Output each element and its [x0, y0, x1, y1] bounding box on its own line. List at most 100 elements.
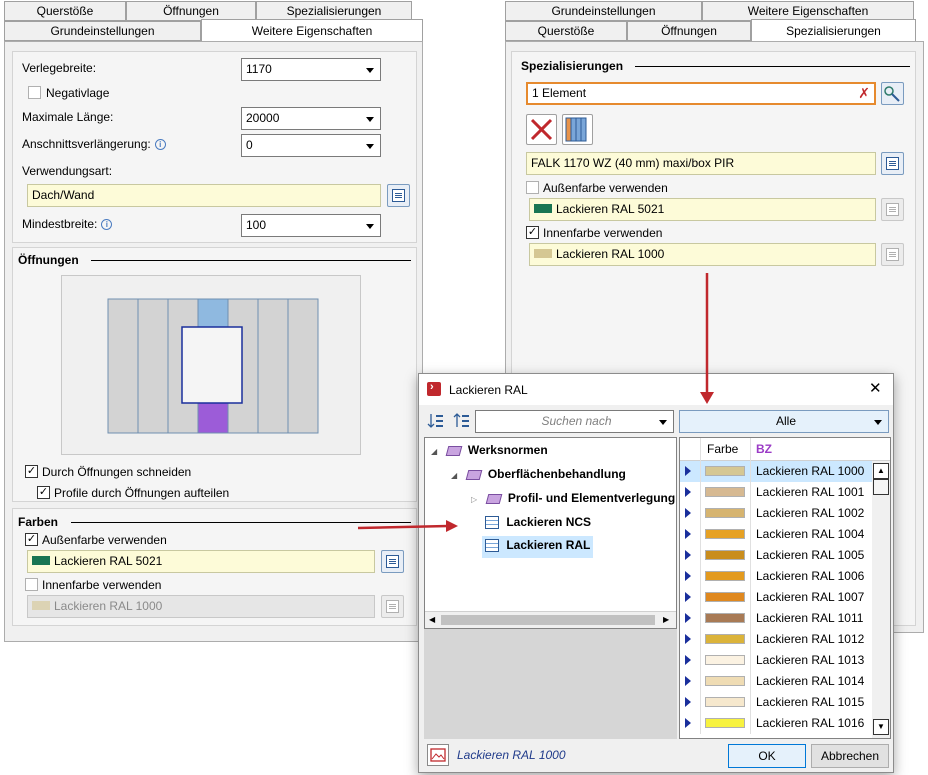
search-input[interactable]: Suchen nach: [475, 410, 674, 433]
tab-grundeinstellungen[interactable]: Grundeinstellungen: [4, 21, 201, 41]
negativlage-checkbox[interactable]: [28, 86, 41, 99]
table-row[interactable]: Lackieren RAL 1002: [680, 503, 872, 524]
tab-spezialisierungen[interactable]: Spezialisierungen: [256, 1, 412, 21]
table-row[interactable]: Lackieren RAL 1001: [680, 482, 872, 503]
tab-querstoesse[interactable]: Querstöße: [4, 1, 126, 21]
tree-item-oberflaechenbehandlung[interactable]: ◢ Oberflächenbehandlung: [451, 467, 626, 485]
row-name: Lackieren RAL 1004: [750, 524, 872, 545]
tree-expander-icon[interactable]: ◢: [451, 471, 457, 480]
tree-item-werksnormen[interactable]: ◢ Werksnormen: [431, 443, 548, 461]
table-row[interactable]: Lackieren RAL 1011: [680, 608, 872, 629]
element-panels-button[interactable]: [562, 114, 593, 145]
scroll-up-button[interactable]: ▲: [873, 463, 889, 479]
row-divider: [700, 650, 701, 671]
preview-icon-button[interactable]: [427, 744, 449, 766]
scroll-thumb[interactable]: [873, 479, 889, 495]
tab-weitere-eigenschaften[interactable]: Weitere Eigenschaften: [201, 19, 423, 42]
tab-content-panel: Verlegebreite: 1170 Negativlage Maximale…: [4, 41, 423, 642]
tab-weitere-eigenschaften[interactable]: Weitere Eigenschaften: [702, 1, 914, 21]
header-farbe[interactable]: Farbe: [700, 438, 750, 461]
table-row[interactable]: Lackieren RAL 1005: [680, 545, 872, 566]
sort-desc-icon[interactable]: [453, 412, 471, 430]
scroll-down-button[interactable]: ▼: [873, 719, 889, 735]
max-laenge-select[interactable]: 20000: [241, 107, 381, 130]
tab-oeffnungen[interactable]: Öffnungen: [126, 1, 256, 21]
tab-querstoesse[interactable]: Querstöße: [505, 21, 627, 41]
scroll-left-icon[interactable]: ◀: [429, 615, 435, 624]
product-browse-button[interactable]: [881, 152, 904, 175]
chevron-down-icon: [659, 420, 667, 425]
innenfarbe-value: Lackieren RAL 1000: [556, 247, 665, 261]
verlegebreite-select[interactable]: 1170: [241, 58, 381, 81]
table-row[interactable]: Lackieren RAL 1013: [680, 650, 872, 671]
product-field[interactable]: FALK 1170 WZ (40 mm) maxi/box PIR: [526, 152, 876, 175]
tree-expander-icon[interactable]: ◢: [431, 447, 437, 456]
info-icon[interactable]: i: [101, 219, 113, 231]
tree-item-lackieren-ncs[interactable]: Lackieren NCS: [485, 515, 591, 533]
opening-preview: [61, 275, 361, 455]
innenfarbe-checkbox[interactable]: ✓: [526, 226, 539, 239]
aussenfarbe-checkbox[interactable]: [526, 181, 539, 194]
tab-spezialisierungen[interactable]: Spezialisierungen: [751, 19, 916, 42]
aussenfarbe-checkbox[interactable]: ✓: [25, 533, 38, 546]
element-selection-field[interactable]: 1 Element ✗: [526, 82, 876, 105]
aussenfarbe-browse-button[interactable]: [381, 550, 404, 573]
verlegebreite-value: 1170: [246, 62, 272, 76]
verwendungsart-browse-button[interactable]: [387, 184, 410, 207]
anschnitt-label: Anschnittsverlängerung: i: [22, 137, 166, 151]
tree-hscrollbar[interactable]: ◀ ▶: [425, 611, 676, 628]
table-row[interactable]: Lackieren RAL 1006: [680, 566, 872, 587]
scroll-thumb[interactable]: [441, 615, 655, 625]
tab-oeffnungen[interactable]: Öffnungen: [627, 21, 751, 41]
row-divider: [700, 692, 701, 713]
ok-button[interactable]: OK: [728, 744, 806, 768]
header-bz[interactable]: BZ: [750, 438, 872, 461]
anschnitt-select[interactable]: 0: [241, 134, 381, 157]
innenfarbe-label: Innenfarbe verwenden: [543, 226, 663, 240]
filter-value: Alle: [775, 414, 796, 428]
catalog-icon: [886, 157, 899, 170]
innenfarbe-field: Lackieren RAL 1000: [27, 595, 375, 618]
table-row[interactable]: Lackieren RAL 1004: [680, 524, 872, 545]
table-row[interactable]: Lackieren RAL 1012: [680, 629, 872, 650]
color-swatch: [705, 592, 745, 602]
clear-icon[interactable]: ✗: [858, 84, 870, 103]
verwendungsart-field[interactable]: Dach/Wand: [27, 184, 381, 207]
table-row[interactable]: Lackieren RAL 1000: [680, 461, 872, 482]
delete-element-button[interactable]: [526, 114, 557, 145]
info-icon[interactable]: i: [154, 139, 166, 151]
mindestbreite-select[interactable]: 100: [241, 214, 381, 237]
innenfarbe-checkbox[interactable]: [25, 578, 38, 591]
cancel-button[interactable]: Abbrechen: [811, 744, 889, 768]
profile-aufteilen-checkbox[interactable]: ✓: [37, 486, 50, 499]
close-icon[interactable]: ✕: [869, 379, 882, 397]
row-pointer-icon: [685, 613, 691, 623]
aussenfarbe-field[interactable]: Lackieren RAL 5021: [529, 198, 876, 221]
color-swatch: [32, 601, 50, 611]
app-icon: ›: [427, 381, 441, 396]
sort-asc-icon[interactable]: [427, 412, 445, 430]
table-row[interactable]: Lackieren RAL 1016: [680, 713, 872, 734]
table-header: Farbe BZ: [680, 438, 890, 461]
innenfarbe-field[interactable]: Lackieren RAL 1000: [529, 243, 876, 266]
tree-item-lackieren-ral[interactable]: Lackieren RAL: [482, 536, 594, 558]
tree-item-label: Profil- und Elementverlegung: [507, 491, 676, 505]
tree-expander-icon[interactable]: ▷: [471, 495, 477, 504]
filter-select[interactable]: Alle: [679, 410, 889, 433]
table-row[interactable]: Lackieren RAL 1015: [680, 692, 872, 713]
tab-grundeinstellungen[interactable]: Grundeinstellungen: [505, 1, 702, 21]
catalog-icon: [392, 189, 405, 202]
tree-item-label: Werksnormen: [467, 443, 548, 457]
tree-item-profil-elementverlegung[interactable]: ▷ Profil- und Elementverlegung: [471, 491, 675, 509]
properties-group: Verlegebreite: 1170 Negativlage Maximale…: [12, 51, 417, 243]
table-row[interactable]: Lackieren RAL 1007: [680, 587, 872, 608]
aussenfarbe-field[interactable]: Lackieren RAL 5021: [27, 550, 375, 573]
table-vscrollbar[interactable]: ▲ ▼: [872, 461, 890, 738]
innenfarbe-value: Lackieren RAL 1000: [54, 599, 163, 613]
durch-oeffnungen-checkbox[interactable]: ✓: [25, 465, 38, 478]
scroll-right-icon[interactable]: ▶: [663, 615, 669, 624]
table-row[interactable]: Lackieren RAL 1014: [680, 671, 872, 692]
element-pick-button[interactable]: [881, 82, 904, 105]
sort-bar: [436, 420, 443, 422]
row-divider: [700, 545, 701, 566]
